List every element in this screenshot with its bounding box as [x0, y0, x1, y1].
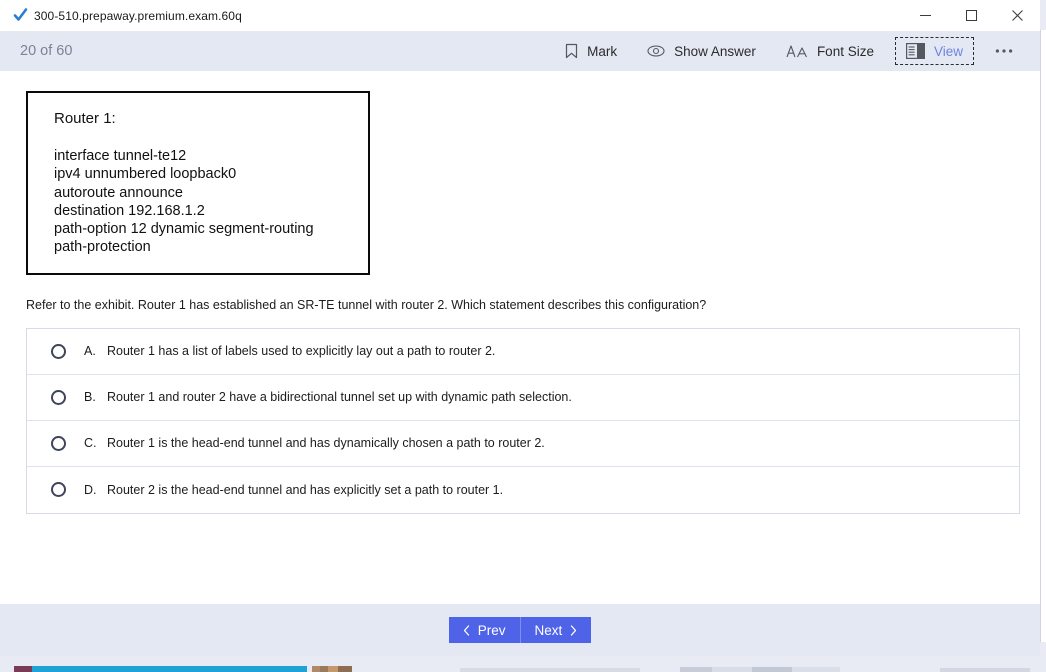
show-answer-label: Show Answer — [674, 43, 756, 59]
toolbar-actions: Mark Show Answer Font Size View — [550, 37, 1024, 65]
minimize-icon[interactable] — [902, 0, 948, 31]
radio-button-b[interactable] — [51, 389, 66, 405]
option-letter: C. — [84, 436, 97, 451]
exhibit-config-line: path-protection — [54, 239, 151, 256]
exhibit-title: Router 1: — [54, 110, 116, 127]
footer-navigation: Prev Next — [0, 604, 1040, 656]
toolbar: 20 of 60 Mark Show Answer Font Size View — [0, 31, 1040, 71]
exhibit-box: Router 1: interface tunnel-te12 ipv4 unn… — [26, 91, 370, 275]
title-bar: 300-510.prepaway.premium.exam.60q — [0, 0, 1040, 31]
nav-button-group: Prev Next — [448, 617, 592, 643]
question-counter: 20 of 60 — [20, 43, 73, 59]
window-controls — [902, 0, 1040, 31]
prev-button[interactable]: Prev — [448, 617, 521, 643]
exhibit-config-line: autoroute announce — [54, 184, 183, 201]
close-icon[interactable] — [994, 0, 1040, 31]
chevron-right-icon — [570, 624, 577, 636]
exhibit-config-line: ipv4 unnumbered loopback0 — [54, 166, 237, 183]
background-window-sliver — [1040, 30, 1046, 642]
eye-icon — [647, 44, 665, 58]
ellipsis-icon — [995, 48, 1013, 54]
background-window-taskbar-strip — [32, 666, 307, 672]
answer-option-b[interactable]: B. Router 1 and router 2 have a bidirect… — [27, 375, 1019, 421]
option-text: Router 1 is the head-end tunnel and has … — [107, 436, 545, 451]
more-options-button[interactable] — [984, 42, 1024, 60]
font-size-icon — [786, 44, 808, 59]
view-button[interactable]: View — [894, 37, 974, 65]
show-answer-button[interactable]: Show Answer — [632, 38, 771, 65]
exam-app-window: 300-510.prepaway.premium.exam.60q 20 of … — [0, 0, 1040, 656]
radio-button-c[interactable] — [51, 435, 66, 451]
layout-panel-icon — [905, 43, 925, 59]
answer-option-c[interactable]: C. Router 1 is the head-end tunnel and h… — [27, 421, 1019, 467]
option-letter: A. — [84, 344, 96, 359]
view-label: View — [933, 43, 963, 59]
background-faint-strip-1 — [460, 668, 640, 672]
option-letter: D. — [84, 482, 97, 497]
background-window-strip — [14, 666, 32, 672]
option-text: Router 2 is the head-end tunnel and has … — [107, 482, 504, 497]
background-faint-strip-3 — [940, 668, 1030, 672]
option-text: Router 1 and router 2 have a bidirection… — [107, 390, 572, 405]
checkmark-icon — [0, 8, 30, 23]
answer-option-d[interactable]: D. Router 2 is the head-end tunnel and h… — [27, 467, 1019, 513]
mark-button[interactable]: Mark — [550, 37, 632, 65]
radio-button-d[interactable] — [51, 482, 66, 498]
bookmark-icon — [565, 43, 578, 59]
exhibit-config-line: destination 192.168.1.2 — [54, 202, 205, 219]
next-label: Next — [534, 622, 563, 638]
background-thumbnail-strip — [312, 666, 352, 672]
question-content: Router 1: interface tunnel-te12 ipv4 unn… — [0, 71, 1040, 604]
answer-options-list: A. Router 1 has a list of labels used to… — [26, 327, 1020, 514]
window-title: 300-510.prepaway.premium.exam.60q — [34, 8, 242, 23]
option-text: Router 1 has a list of labels used to ex… — [107, 344, 496, 359]
maximize-icon[interactable] — [948, 0, 994, 31]
radio-button-a[interactable] — [51, 343, 66, 359]
next-button[interactable]: Next — [520, 617, 592, 643]
chevron-left-icon — [463, 624, 470, 636]
font-size-label: Font Size — [816, 43, 874, 59]
background-faint-strip-2 — [680, 667, 840, 672]
option-letter: B. — [84, 390, 96, 405]
answer-option-a[interactable]: A. Router 1 has a list of labels used to… — [27, 329, 1019, 375]
desktop-background: 300-510.prepaway.premium.exam.60q 20 of … — [0, 0, 1046, 672]
exhibit-config-line: path-option 12 dynamic segment-routing — [54, 221, 314, 238]
font-size-button[interactable]: Font Size — [771, 38, 889, 65]
question-text: Refer to the exhibit. Router 1 has estab… — [26, 297, 707, 312]
mark-label: Mark — [587, 43, 618, 59]
exhibit-config-line: interface tunnel-te12 — [54, 148, 187, 164]
prev-label: Prev — [477, 622, 506, 638]
